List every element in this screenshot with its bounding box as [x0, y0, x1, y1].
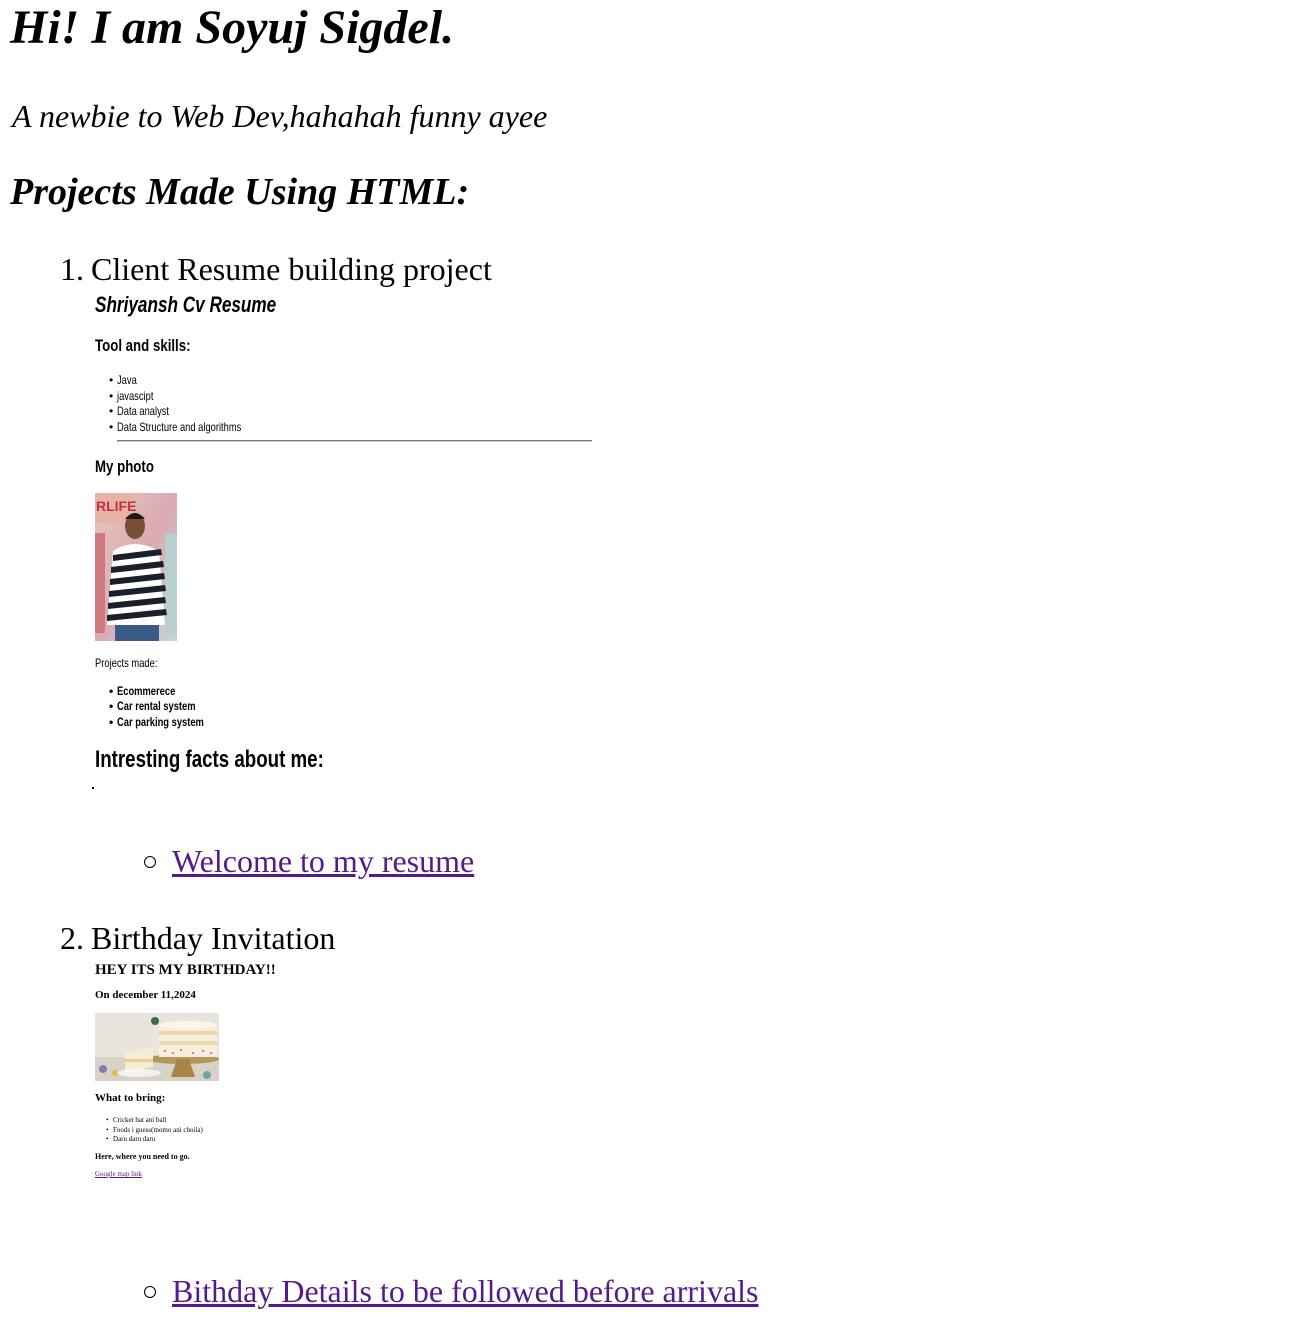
list-item: • Foods i guess(momo ani choila) — [106, 1126, 203, 1134]
list-item: • javascipt — [109, 389, 154, 403]
page-title: Hi! I am Soyuj Sigdel. — [10, 1, 455, 54]
divider — [117, 440, 592, 442]
resume-facts-heading: Intresting facts about me: — [95, 746, 324, 773]
person-photo-image: RLIFE — [95, 493, 177, 641]
project-item-1: 1. Client Resume building project — [60, 250, 492, 288]
project-title: Birthday Invitation — [91, 920, 336, 956]
list-item: • Cricket bat ani ball — [106, 1116, 167, 1124]
resume-photo: RLIFE — [95, 493, 177, 641]
circle-bullet-icon — [144, 855, 156, 868]
project-number: 1. — [60, 251, 84, 287]
cake-image — [95, 1013, 219, 1081]
birthday-date: On december 11,2024 — [95, 989, 196, 1001]
birthday-link-item: Bithday Details to be followed before ar… — [144, 1272, 758, 1310]
projects-heading: Projects Made Using HTML: — [10, 171, 470, 213]
list-item: • Car parking system — [109, 715, 204, 729]
project-item-2: 2. Birthday Invitation — [60, 919, 335, 957]
list-item: • Java — [109, 373, 137, 387]
birthday-details-link[interactable]: Bithday Details to be followed before ar… — [172, 1273, 758, 1309]
cake-photo — [95, 1013, 219, 1081]
resume-photo-heading: My photo — [95, 457, 154, 476]
project-title: Client Resume building project — [91, 251, 492, 287]
list-item: • Data Structure and algorithms — [109, 420, 242, 434]
list-item: • Ecommerece — [109, 684, 176, 698]
resume-skills-heading: Tool and skills: — [95, 336, 191, 355]
circle-bullet-icon — [144, 1285, 156, 1298]
google-map-link[interactable]: Google map link — [95, 1170, 142, 1178]
list-item: • Data analyst — [109, 404, 170, 418]
birthday-preview-title: HEY ITS MY BIRTHDAY!! — [95, 962, 276, 978]
resume-projects-label: Projects made: — [95, 656, 158, 670]
preview-cursor-mark — [92, 787, 94, 789]
project-number: 2. — [60, 920, 84, 956]
list-item: • Daru daru daru — [106, 1135, 156, 1143]
page-subtitle: A newbie to Web Dev,hahahah funny ayee — [12, 98, 548, 134]
resume-link[interactable]: Welcome to my resume — [172, 843, 474, 879]
list-item: • Car rental system — [109, 699, 196, 713]
resume-preview-title: Shriyansh Cv Resume — [95, 292, 277, 317]
bring-heading: What to bring: — [95, 1092, 166, 1104]
where-text: Here, where you need to go. — [95, 1152, 190, 1161]
resume-link-item: Welcome to my resume — [144, 842, 474, 880]
svg-text:RLIFE: RLIFE — [96, 498, 136, 514]
